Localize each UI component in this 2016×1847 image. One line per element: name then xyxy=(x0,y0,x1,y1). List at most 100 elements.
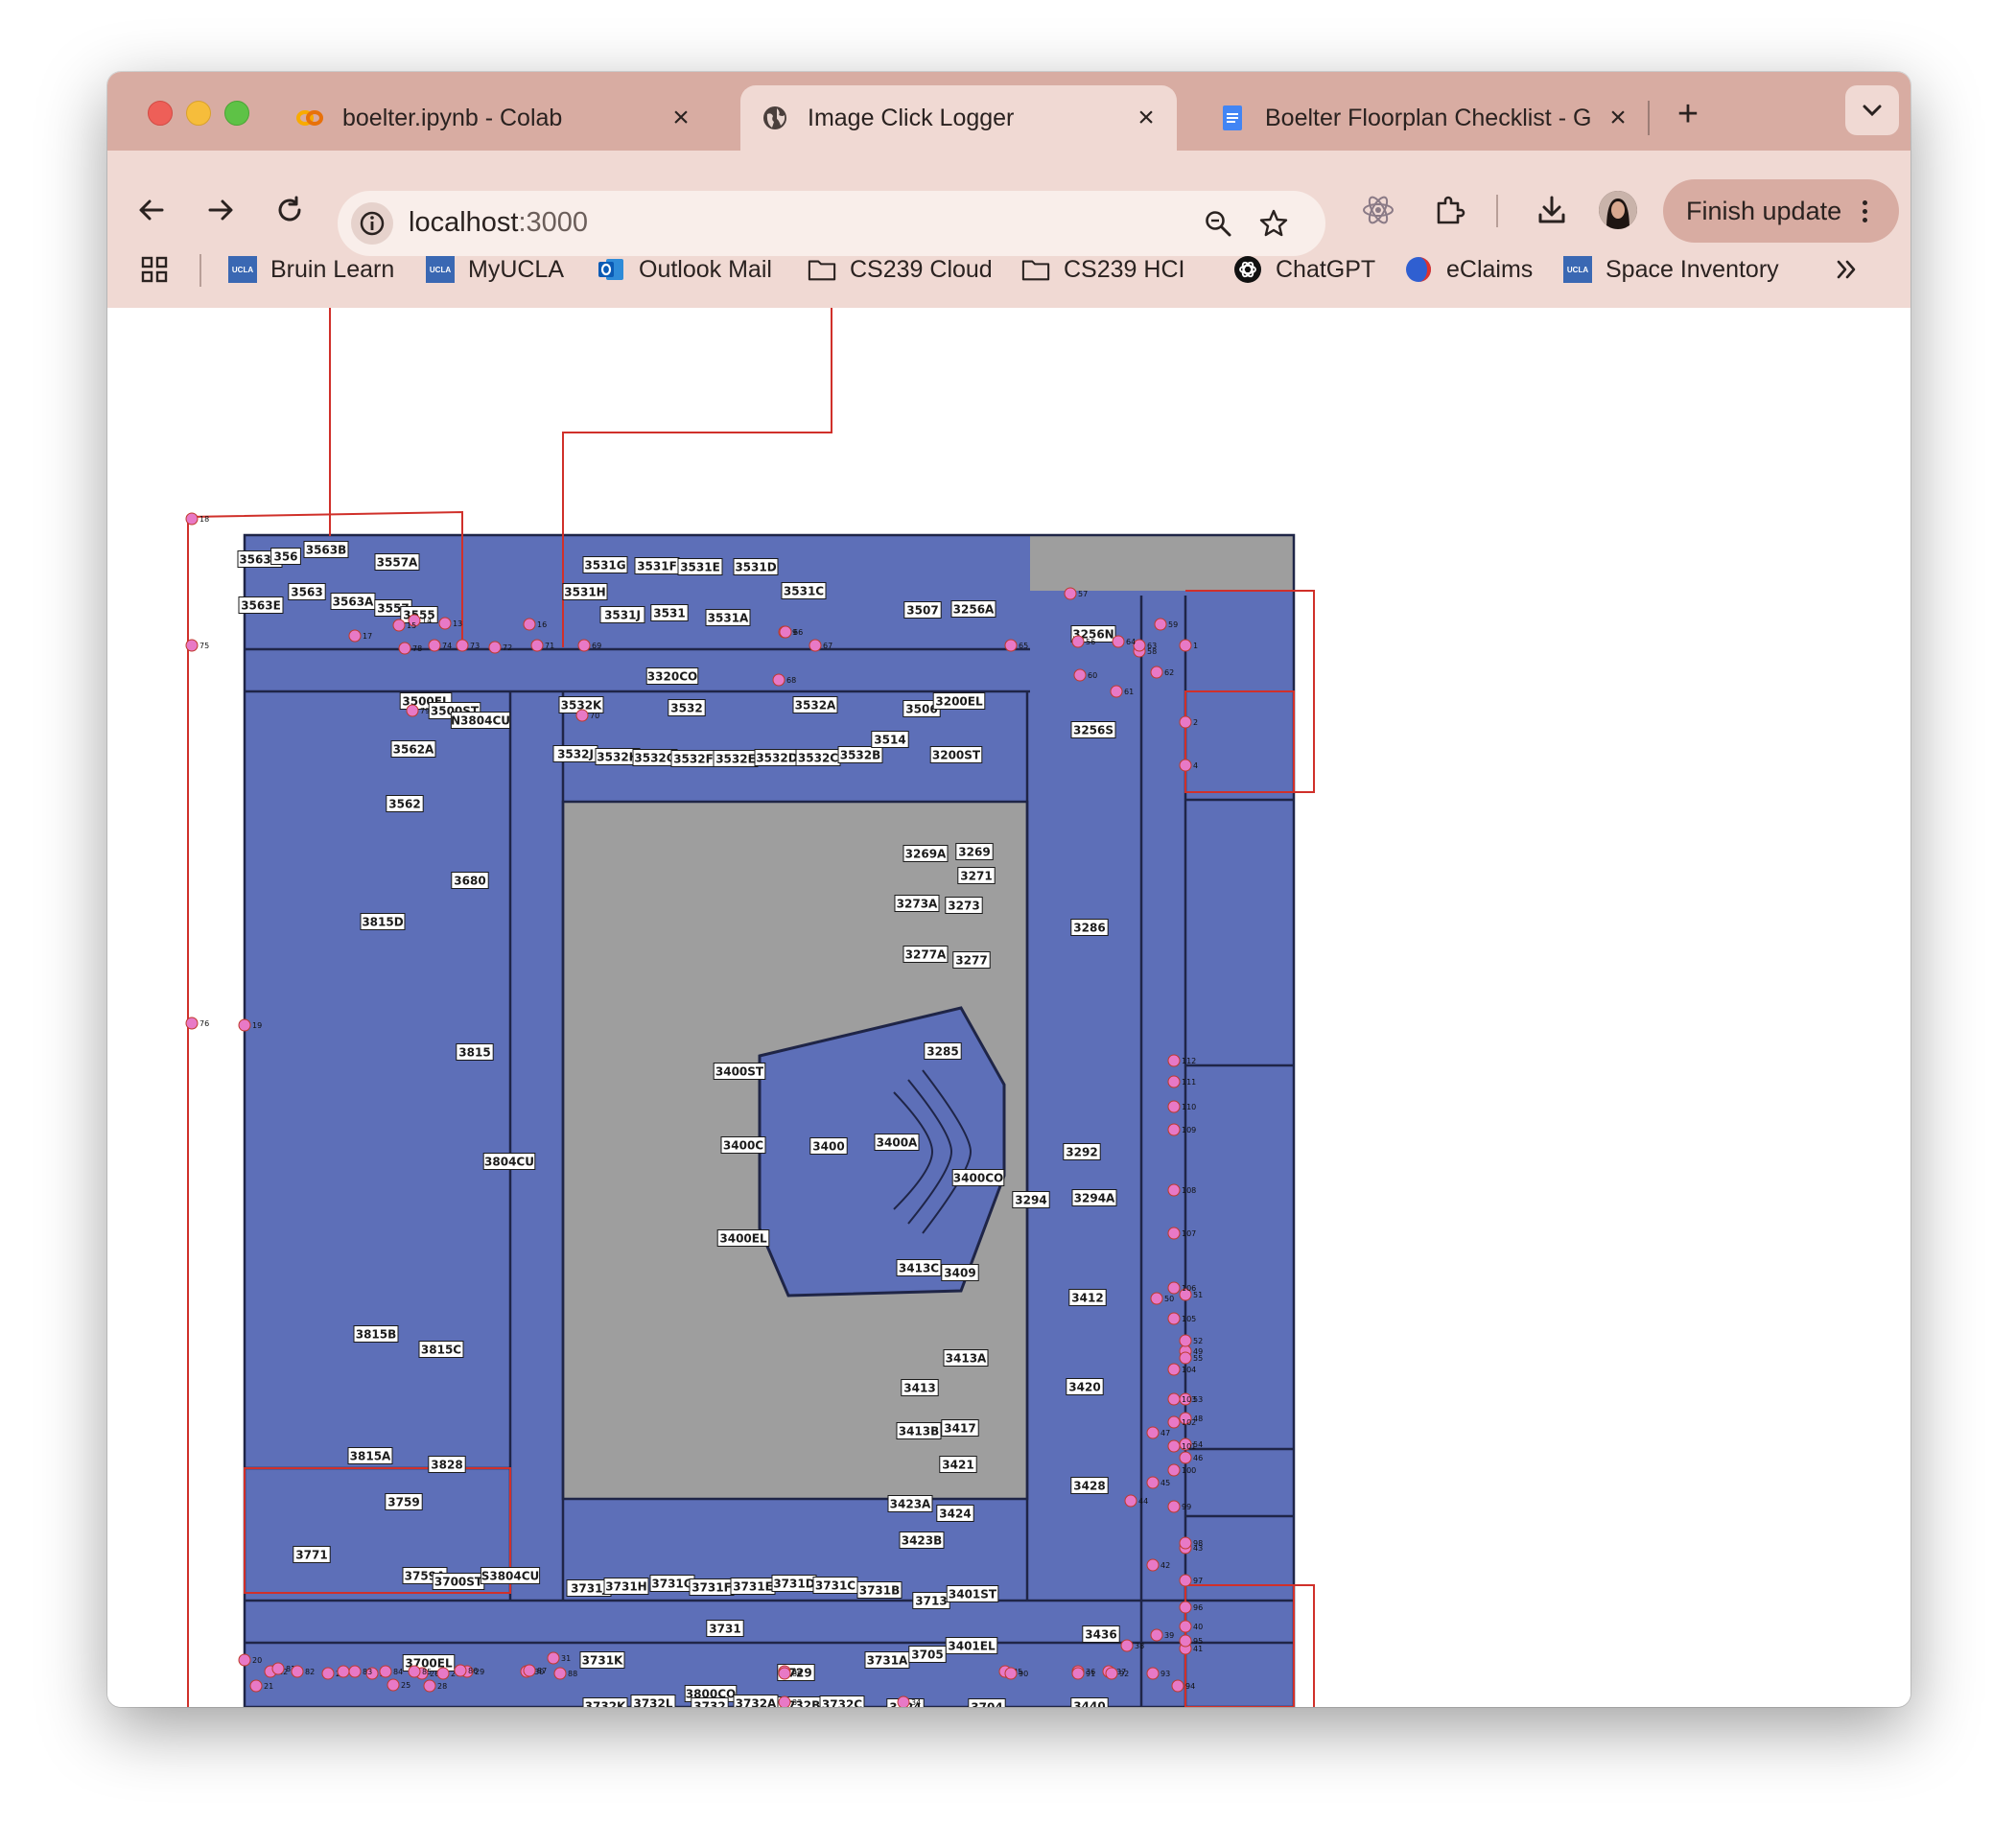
room-label-3532F: 3532F xyxy=(670,750,716,767)
room-label-3732C: 3732C xyxy=(819,1695,865,1707)
room-label-text: 3531G xyxy=(584,559,625,573)
room-label-text: 3532H xyxy=(597,751,638,764)
avatar-icon xyxy=(1599,191,1637,229)
bookmark-chatgpt[interactable]: ChatGPT xyxy=(1233,250,1375,289)
room-label-3400A: 3400A xyxy=(874,1134,920,1151)
bookmarks-overflow-button[interactable] xyxy=(1834,250,1859,289)
reload-button[interactable] xyxy=(269,189,311,231)
forward-button[interactable] xyxy=(199,189,242,231)
room-label-3731A: 3731A xyxy=(864,1651,910,1669)
room-label-3400: 3400 xyxy=(809,1137,848,1155)
room-label-3563A: 3563A xyxy=(330,593,376,610)
bookmark-cs239-hci[interactable]: CS239 HCI xyxy=(1021,250,1184,289)
click-marker-dot xyxy=(1064,587,1077,600)
click-marker-dot xyxy=(1167,1312,1181,1325)
click-marker-dot xyxy=(387,1678,400,1692)
room-label-3532E: 3532E xyxy=(713,750,759,767)
room-label-text: 3731K xyxy=(582,1654,623,1668)
click-marker-dot xyxy=(337,1665,350,1678)
room-label-text: 3731J xyxy=(571,1582,607,1596)
click-marker-id: 16 xyxy=(537,620,547,629)
close-window-button[interactable] xyxy=(148,101,173,126)
extensions-button[interactable] xyxy=(1429,189,1471,231)
click-marker-dot xyxy=(1124,1494,1137,1508)
click-marker-101: 101 xyxy=(1167,1439,1196,1453)
tab-boelter-checklist[interactable]: Boelter Floorplan Checklist - G × xyxy=(1198,85,1649,151)
click-marker-id: 94 xyxy=(1185,1682,1195,1691)
room-label-text: 3732A xyxy=(736,1697,777,1708)
click-marker-dot xyxy=(1167,1183,1181,1197)
downloads-button[interactable] xyxy=(1531,189,1573,231)
click-marker-id: 74 xyxy=(442,642,452,650)
room-label-text: 3292 xyxy=(1066,1146,1097,1159)
room-label-text: 3531C xyxy=(784,585,824,598)
click-marker-dot xyxy=(291,1665,304,1678)
profile-avatar[interactable] xyxy=(1599,191,1637,229)
floorplan-image[interactable]: 3563D356 3563B3557A3563E35633563A 35573555… xyxy=(107,308,1911,1707)
room-label-text: N3804CU xyxy=(451,714,510,728)
room-label-text: 3269A xyxy=(905,848,947,861)
minimize-window-button[interactable] xyxy=(186,101,211,126)
bookmark-eclaims[interactable]: eClaims xyxy=(1404,250,1533,289)
click-marker-id: 70 xyxy=(590,712,599,720)
react-devtools-extension[interactable] xyxy=(1357,189,1399,231)
click-marker-id: 17 xyxy=(363,632,372,641)
click-marker-dot xyxy=(392,619,406,632)
room-label-3320CO: 3320CO xyxy=(645,667,699,685)
tab-search-button[interactable] xyxy=(1845,85,1899,135)
click-marker-75: 75 xyxy=(185,639,209,652)
click-marker-id: 79 xyxy=(420,707,430,715)
room-label-3563: 3563 xyxy=(288,583,326,600)
room-label-3731D: 3731D xyxy=(771,1575,817,1592)
tab-colab[interactable]: boelter.ipynb - Colab × xyxy=(275,85,712,151)
new-tab-button[interactable]: + xyxy=(1669,95,1707,133)
click-marker-id: 40 xyxy=(1193,1623,1203,1631)
room-label-text: 3277A xyxy=(905,948,947,962)
click-marker-dot xyxy=(1179,1536,1192,1550)
bookmark-space-inventory[interactable]: UCLA Space Inventory xyxy=(1563,250,1779,289)
click-marker-dot xyxy=(185,1017,199,1030)
bookmark-cs239-cloud[interactable]: CS239 Cloud xyxy=(808,250,993,289)
finish-update-button[interactable]: Finish update xyxy=(1663,179,1899,243)
click-marker-107: 107 xyxy=(1167,1227,1196,1240)
click-marker-id: 47 xyxy=(1160,1429,1170,1438)
bookmark-outlook-mail[interactable]: Outlook Mail xyxy=(597,250,772,289)
bookmark-myucla[interactable]: UCLA MyUCLA xyxy=(426,250,564,289)
room-label-text: 3507 xyxy=(906,604,938,618)
tab-close-icon[interactable]: × xyxy=(1133,102,1160,133)
back-button[interactable] xyxy=(130,189,173,231)
click-marker-dot xyxy=(1179,1574,1192,1587)
chevron-down-icon xyxy=(1863,105,1882,117)
tab-close-icon[interactable]: × xyxy=(1605,102,1631,133)
room-label-text: 3412 xyxy=(1071,1292,1103,1305)
zoom-window-button[interactable] xyxy=(224,101,249,126)
apps-button[interactable] xyxy=(140,250,169,289)
tab-close-icon[interactable]: × xyxy=(668,102,694,133)
room-label-text: 3423A xyxy=(890,1498,931,1511)
room-label-text: 3271 xyxy=(960,870,992,883)
room-label-text: 3400C xyxy=(723,1139,763,1153)
click-marker-dot xyxy=(1071,635,1085,648)
bookmark-label: ChatGPT xyxy=(1276,255,1376,283)
floorplan-base xyxy=(245,535,1294,1707)
bookmark-bruin-learn[interactable]: UCLA Bruin Learn xyxy=(228,250,394,289)
click-marker-dot xyxy=(1154,618,1167,631)
click-marker-dot xyxy=(523,618,536,631)
room-label-3731E: 3731E xyxy=(730,1578,776,1595)
tab-image-click-logger[interactable]: Image Click Logger × xyxy=(740,85,1177,151)
room-label-text: 3532D xyxy=(756,752,797,765)
more-menu-icon[interactable] xyxy=(1863,199,1868,222)
click-marker-dot xyxy=(428,639,441,652)
click-marker-dot xyxy=(1004,1667,1018,1680)
click-marker-id: 31 xyxy=(561,1654,571,1663)
click-marker-id: 83 xyxy=(363,1668,372,1676)
room-label-text: 3531 xyxy=(653,607,685,620)
room-label-3507: 3507 xyxy=(903,601,942,619)
room-label-text: 3532E xyxy=(715,753,756,766)
click-marker-dot xyxy=(379,1665,392,1678)
browser-toolbar: localhost:3000 Finish update UCLA Bruin … xyxy=(107,151,1911,309)
click-marker-102: 102 xyxy=(1167,1415,1196,1429)
room-label-3412: 3412 xyxy=(1068,1289,1107,1306)
room-label-3804CU: 3804CU xyxy=(482,1153,536,1170)
room-label-3421: 3421 xyxy=(939,1456,977,1473)
